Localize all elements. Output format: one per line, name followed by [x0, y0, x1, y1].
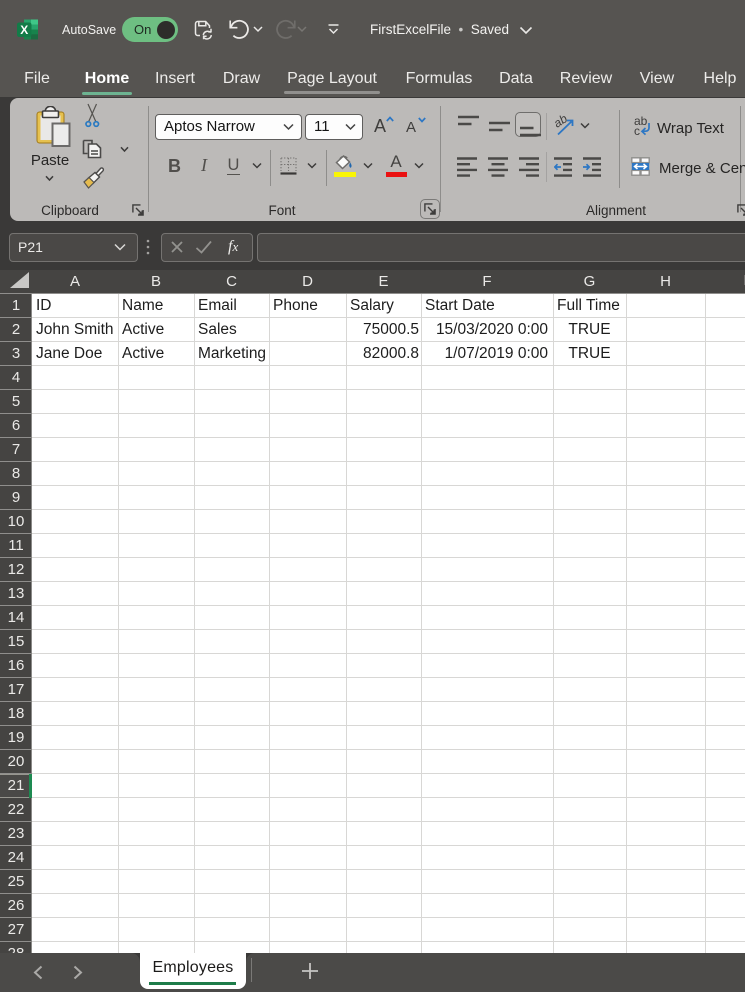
svg-text:ab: ab — [553, 113, 570, 130]
svg-text:c: c — [634, 124, 640, 137]
svg-text:X: X — [20, 23, 28, 37]
